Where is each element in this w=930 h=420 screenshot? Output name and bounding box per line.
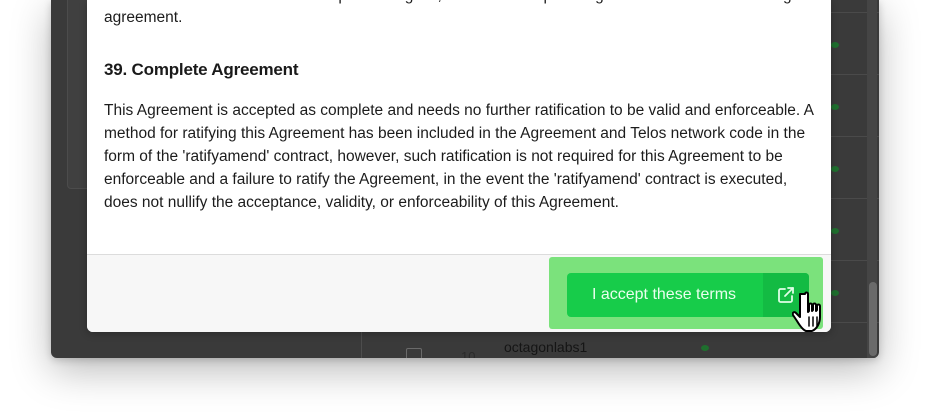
accept-terms-button[interactable]: I accept these terms xyxy=(567,273,809,317)
section-heading: 39. Complete Agreement xyxy=(104,60,299,79)
status-dot xyxy=(831,104,839,110)
status-dot xyxy=(831,228,839,234)
row-checkbox xyxy=(406,348,422,358)
producer-rank: 10 xyxy=(461,349,476,358)
accept-button-label: I accept these terms xyxy=(591,286,737,303)
section-text: This Agreement is accepted as complete a… xyxy=(104,102,814,211)
scrollbar-thumb[interactable] xyxy=(869,282,877,356)
producer-name: octagonlabs1 xyxy=(504,339,588,355)
status-dot xyxy=(701,345,709,351)
status-dot xyxy=(831,166,839,172)
terms-modal: and delivered shall constitute a duplica… xyxy=(87,0,831,332)
status-dot xyxy=(831,42,839,48)
modal-footer: I accept these terms xyxy=(87,254,831,332)
previous-paragraph: and delivered shall constitute a duplica… xyxy=(104,0,804,26)
hand-pointer-icon xyxy=(792,291,821,332)
